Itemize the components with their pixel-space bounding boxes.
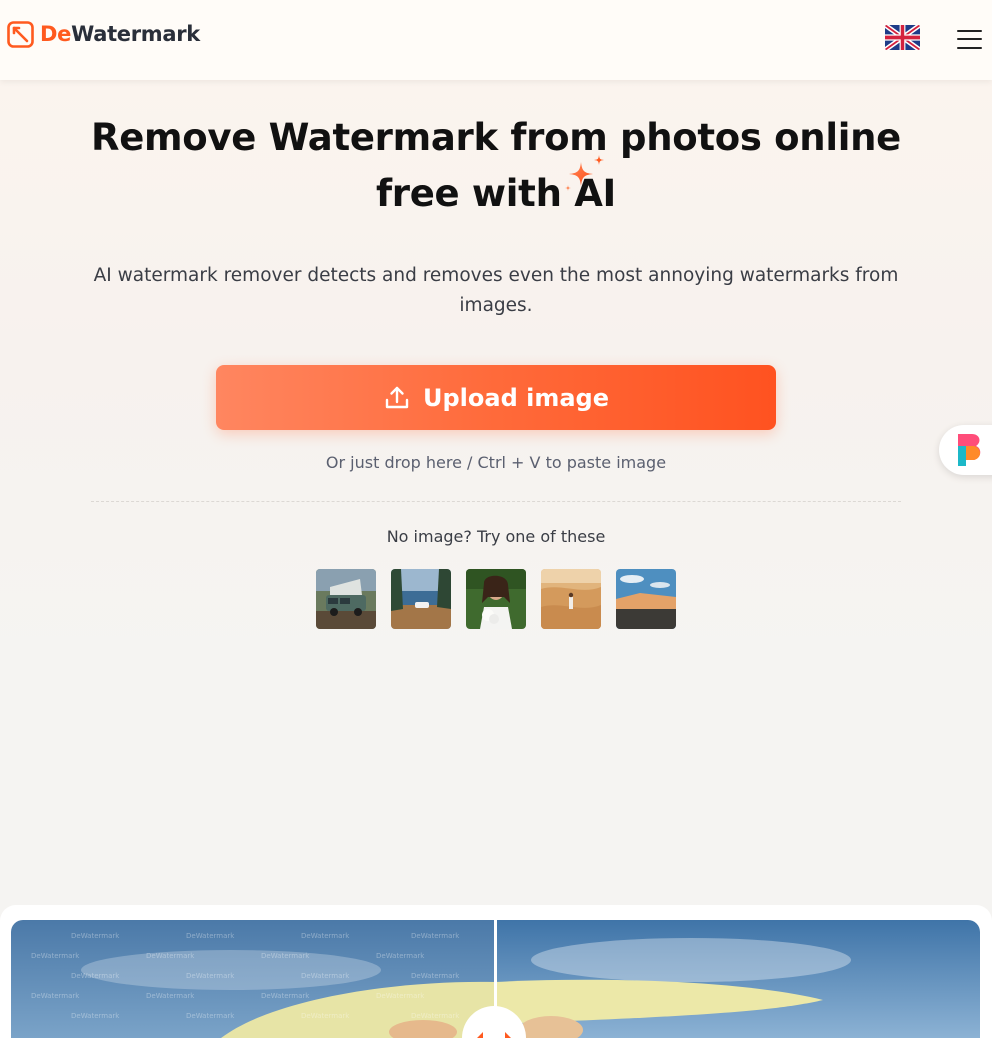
svg-text:DeWatermark: DeWatermark bbox=[301, 972, 350, 980]
logo-text: DeWatermark bbox=[40, 22, 200, 46]
sample-thumb-lake-car[interactable] bbox=[391, 569, 451, 629]
svg-text:DeWatermark: DeWatermark bbox=[301, 1012, 350, 1020]
sample-thumb-dunes-sky[interactable] bbox=[616, 569, 676, 629]
sample-thumb-woman-flowers[interactable] bbox=[466, 569, 526, 629]
svg-text:DeWatermark: DeWatermark bbox=[186, 1012, 235, 1020]
sample-thumbnails bbox=[316, 569, 676, 629]
svg-text:DeWatermark: DeWatermark bbox=[411, 1012, 460, 1020]
drop-hint: Or just drop here / Ctrl + V to paste im… bbox=[325, 453, 667, 472]
uk-flag-icon[interactable] bbox=[885, 25, 920, 50]
hamburger-menu-icon[interactable] bbox=[957, 28, 982, 50]
sample-thumb-desert-person[interactable] bbox=[541, 569, 601, 629]
svg-text:DeWatermark: DeWatermark bbox=[31, 992, 80, 1000]
svg-text:DeWatermark: DeWatermark bbox=[376, 952, 425, 960]
sample-thumb-van[interactable] bbox=[316, 569, 376, 629]
svg-text:DeWatermark: DeWatermark bbox=[71, 932, 120, 940]
upload-button-label: Upload image bbox=[423, 383, 609, 412]
svg-text:DeWatermark: DeWatermark bbox=[411, 972, 460, 980]
divider bbox=[91, 501, 901, 502]
svg-text:DeWatermark: DeWatermark bbox=[71, 1012, 120, 1020]
svg-text:DeWatermark: DeWatermark bbox=[146, 952, 195, 960]
floating-assistant-widget[interactable] bbox=[939, 425, 992, 475]
upload-icon bbox=[385, 386, 409, 408]
upload-image-button[interactable]: Upload image bbox=[216, 365, 776, 430]
svg-text:DeWatermark: DeWatermark bbox=[301, 932, 350, 940]
page-title: Remove Watermark from photos online free… bbox=[91, 116, 901, 215]
svg-text:DeWatermark: DeWatermark bbox=[186, 932, 235, 940]
logo-icon bbox=[7, 20, 34, 48]
before-after-comparison[interactable]: DeWatermark DeWatermark DeWatermark DeWa… bbox=[11, 920, 980, 1038]
samples-label: No image? Try one of these bbox=[386, 527, 606, 546]
svg-text:DeWatermark: DeWatermark bbox=[71, 972, 120, 980]
svg-text:DeWatermark: DeWatermark bbox=[186, 972, 235, 980]
site-header: DeWatermark bbox=[0, 0, 992, 80]
assistant-logo-icon bbox=[958, 434, 981, 466]
sparkle-icon bbox=[565, 155, 604, 191]
svg-text:DeWatermark: DeWatermark bbox=[376, 992, 425, 1000]
svg-text:DeWatermark: DeWatermark bbox=[411, 932, 460, 940]
svg-text:DeWatermark: DeWatermark bbox=[31, 952, 80, 960]
svg-text:DeWatermark: DeWatermark bbox=[261, 952, 310, 960]
hero-subtitle: AI watermark remover detects and removes… bbox=[93, 265, 899, 316]
logo[interactable]: DeWatermark bbox=[7, 20, 200, 48]
svg-text:DeWatermark: DeWatermark bbox=[261, 992, 310, 1000]
svg-text:DeWatermark: DeWatermark bbox=[146, 992, 195, 1000]
